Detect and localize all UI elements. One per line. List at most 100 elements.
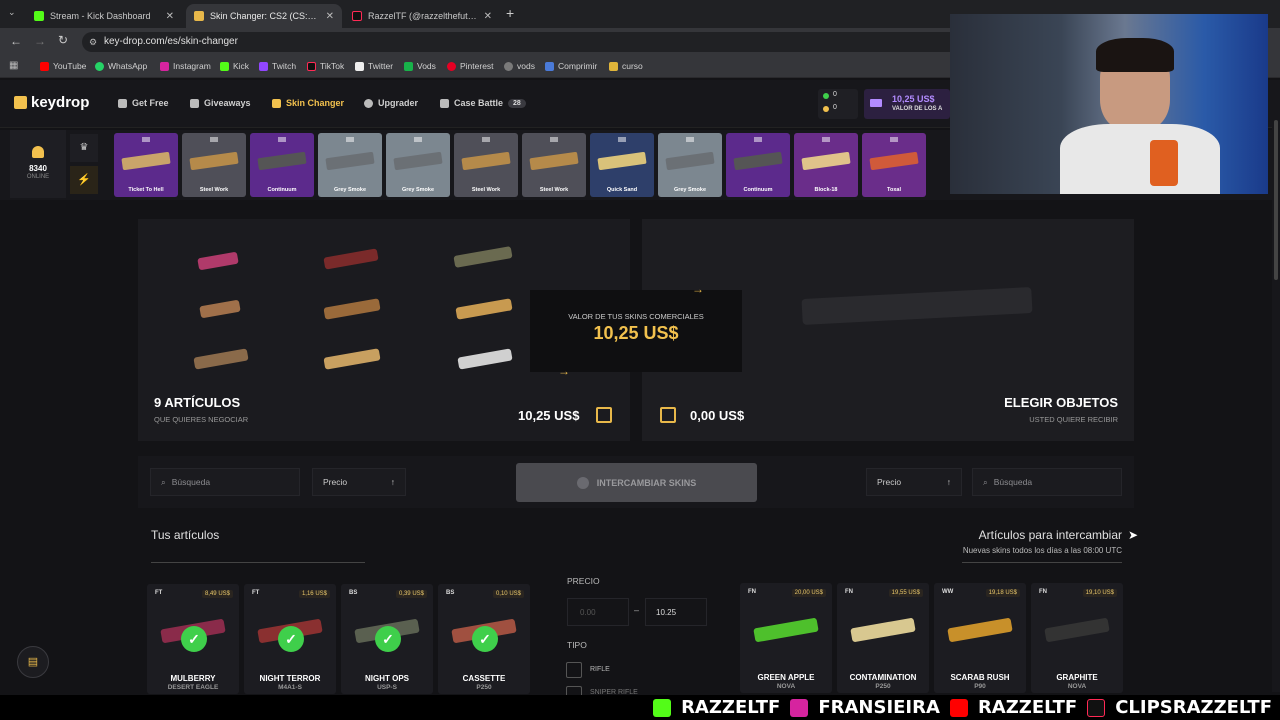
overlay-handle: RAZZELTF — [681, 697, 781, 718]
check-icon: ✓ — [375, 626, 401, 652]
weapon-thumb — [1044, 617, 1110, 643]
bookmark-comprimir[interactable]: Comprimir — [545, 61, 597, 71]
drop-card[interactable]: Ticket To Hell — [114, 133, 178, 197]
balance-box[interactable]: 10,25 US$ VALOR DE LOS A — [864, 89, 950, 119]
close-tab-icon[interactable]: ✕ — [326, 11, 334, 22]
bookmark-twitter[interactable]: Twitter — [355, 61, 393, 71]
weapon-thumb — [753, 617, 819, 643]
item-card[interactable]: WW 19,18 US$ SCARAB RUSH P90 — [934, 583, 1026, 693]
price-sort-left[interactable]: Precio ↑ — [312, 468, 406, 496]
price-max-input[interactable]: 10.25 — [645, 598, 707, 626]
bookmark-vods-2[interactable]: vods — [504, 61, 535, 71]
online-label: ONLINE — [26, 174, 50, 180]
url-field[interactable]: ⚙ key-drop.com/es/skin-changer — [82, 32, 962, 52]
forward-icon[interactable]: → — [34, 34, 46, 48]
scrollbar[interactable] — [1272, 80, 1280, 692]
item-card[interactable]: BS 0,39 US$ ✓ NIGHT OPS USP-S — [341, 584, 433, 694]
drop-card[interactable]: Grey Smoke — [386, 133, 450, 197]
apps-icon[interactable]: ▦ — [9, 60, 18, 71]
close-tab-icon[interactable]: ✕ — [166, 11, 174, 22]
drop-card-name: Steel Work — [471, 187, 501, 193]
price-sort-label: Precio — [323, 477, 348, 487]
bag-icon — [660, 407, 676, 423]
rarity-marker — [686, 137, 694, 142]
weapon-thumb — [325, 151, 375, 171]
item-card[interactable]: FT 1,16 US$ ✓ NIGHT TERROR M4A1-S — [244, 584, 336, 694]
item-condition: BS — [446, 590, 455, 596]
back-icon[interactable]: ← — [10, 34, 22, 48]
item-price: 8,49 US$ — [201, 590, 233, 598]
nav-skin-changer[interactable]: Skin Changer — [272, 98, 344, 108]
weapon-thumb — [257, 151, 307, 171]
reload-icon[interactable]: ↻ — [58, 33, 68, 47]
tab-list-icon[interactable]: ⌄ — [8, 7, 16, 18]
price-min-input[interactable]: 0.00 — [567, 598, 629, 626]
price-sort-label: Precio — [877, 477, 902, 487]
item-weapon: P250 — [476, 684, 492, 691]
bookmark-whatsapp[interactable]: WhatsApp — [95, 61, 147, 71]
item-price: 19,18 US$ — [985, 589, 1020, 597]
new-tab-icon[interactable]: + — [506, 5, 514, 21]
bookmark-instagram[interactable]: Instagram — [160, 61, 211, 71]
item-name: GREEN APPLE — [757, 673, 815, 682]
scrollbar-thumb[interactable] — [1274, 120, 1278, 280]
item-card[interactable]: FN 19,55 US$ CONTAMINATION P250 — [837, 583, 929, 693]
bookmark-pinterest[interactable]: Pinterest — [447, 61, 494, 71]
item-card[interactable]: FN 19,10 US$ GRAPHITE NOVA — [1031, 583, 1123, 693]
item-condition: FN — [748, 589, 756, 595]
balance-value: 10,25 US$ — [892, 94, 935, 104]
nav-upgrader[interactable]: Upgrader — [364, 98, 418, 108]
drop-card[interactable]: Grey Smoke — [658, 133, 722, 197]
nav-case-battle[interactable]: Case Battle 28 — [440, 98, 526, 108]
drop-card[interactable]: Continuum — [250, 133, 314, 197]
item-card[interactable]: FN 20,00 US$ GREEN APPLE NOVA — [740, 583, 832, 693]
rifle-silhouette — [801, 286, 1033, 326]
search-input-left[interactable]: ⌕ Búsqueda — [150, 468, 300, 496]
site-info-icon[interactable]: ⚙ — [89, 32, 97, 52]
nav-giveaways[interactable]: Giveaways — [190, 98, 251, 108]
drop-card[interactable]: Steel Work — [182, 133, 246, 197]
drop-card[interactable]: Grey Smoke — [318, 133, 382, 197]
search-input-right[interactable]: ⌕ Búsqueda — [972, 468, 1122, 496]
weapon-thumb — [665, 151, 715, 171]
gem-icon — [823, 93, 829, 99]
rarity-marker — [278, 137, 286, 142]
weapon-thumb — [393, 151, 443, 171]
bookmark-vods[interactable]: Vods — [404, 61, 436, 71]
item-card[interactable]: FT 8,49 US$ ✓ MULBERRY DESERT EAGLE — [147, 584, 239, 694]
nav-get-free[interactable]: Get Free — [118, 98, 169, 108]
drop-card[interactable]: Block-18 — [794, 133, 858, 197]
price-sort-right[interactable]: Precio ↑ — [866, 468, 962, 496]
bolt-filter[interactable]: ⚡ — [70, 166, 98, 194]
bookmark-tiktok[interactable]: TikTok — [307, 61, 344, 71]
site-logo[interactable]: keydrop — [14, 94, 89, 111]
bookmark-youtube[interactable]: YouTube — [40, 61, 86, 71]
tab-kick-dashboard[interactable]: Stream - Kick Dashboard ✕ — [26, 4, 182, 28]
price-min-placeholder: 0.00 — [580, 608, 596, 617]
item-price: 20,00 US$ — [791, 589, 826, 597]
drop-card[interactable]: Steel Work — [522, 133, 586, 197]
item-name: MULBERRY — [170, 674, 216, 683]
drop-card[interactable]: Steel Work — [454, 133, 518, 197]
chat-button[interactable]: ▤ — [17, 646, 49, 678]
tab-skin-changer[interactable]: Skin Changer: CS2 (CS:GO) Trad ✕ — [186, 4, 342, 28]
bookmark-twitch[interactable]: Twitch — [259, 61, 296, 71]
drop-card[interactable]: Quick Sand — [590, 133, 654, 197]
rifle-checkbox-label: RIFLE — [590, 666, 610, 673]
crown-filter[interactable]: ♛ — [70, 134, 98, 162]
skin-thumb — [323, 348, 381, 370]
check-icon: ✓ — [278, 626, 304, 652]
item-condition: FT — [252, 590, 260, 596]
exchange-items-subtitle: Nuevas skins todos los días a las 08:00 … — [962, 546, 1122, 555]
exchange-skins-button[interactable]: INTERCAMBIAR SKINS — [516, 463, 757, 502]
item-card[interactable]: BS 0,10 US$ ✓ CASSETTE P250 — [438, 584, 530, 694]
drop-card[interactable]: Toxal — [862, 133, 926, 197]
bookmark-kick[interactable]: Kick — [220, 61, 249, 71]
tab-tiktok[interactable]: RazzelTF (@razzelthefuture) | Ti ✕ — [344, 4, 500, 28]
skin-thumb — [199, 299, 241, 319]
close-tab-icon[interactable]: ✕ — [484, 11, 492, 22]
bookmark-label: vods — [517, 61, 535, 71]
rifle-checkbox[interactable] — [566, 662, 582, 678]
drop-card[interactable]: Continuum — [726, 133, 790, 197]
bookmark-curso[interactable]: curso — [609, 61, 643, 71]
